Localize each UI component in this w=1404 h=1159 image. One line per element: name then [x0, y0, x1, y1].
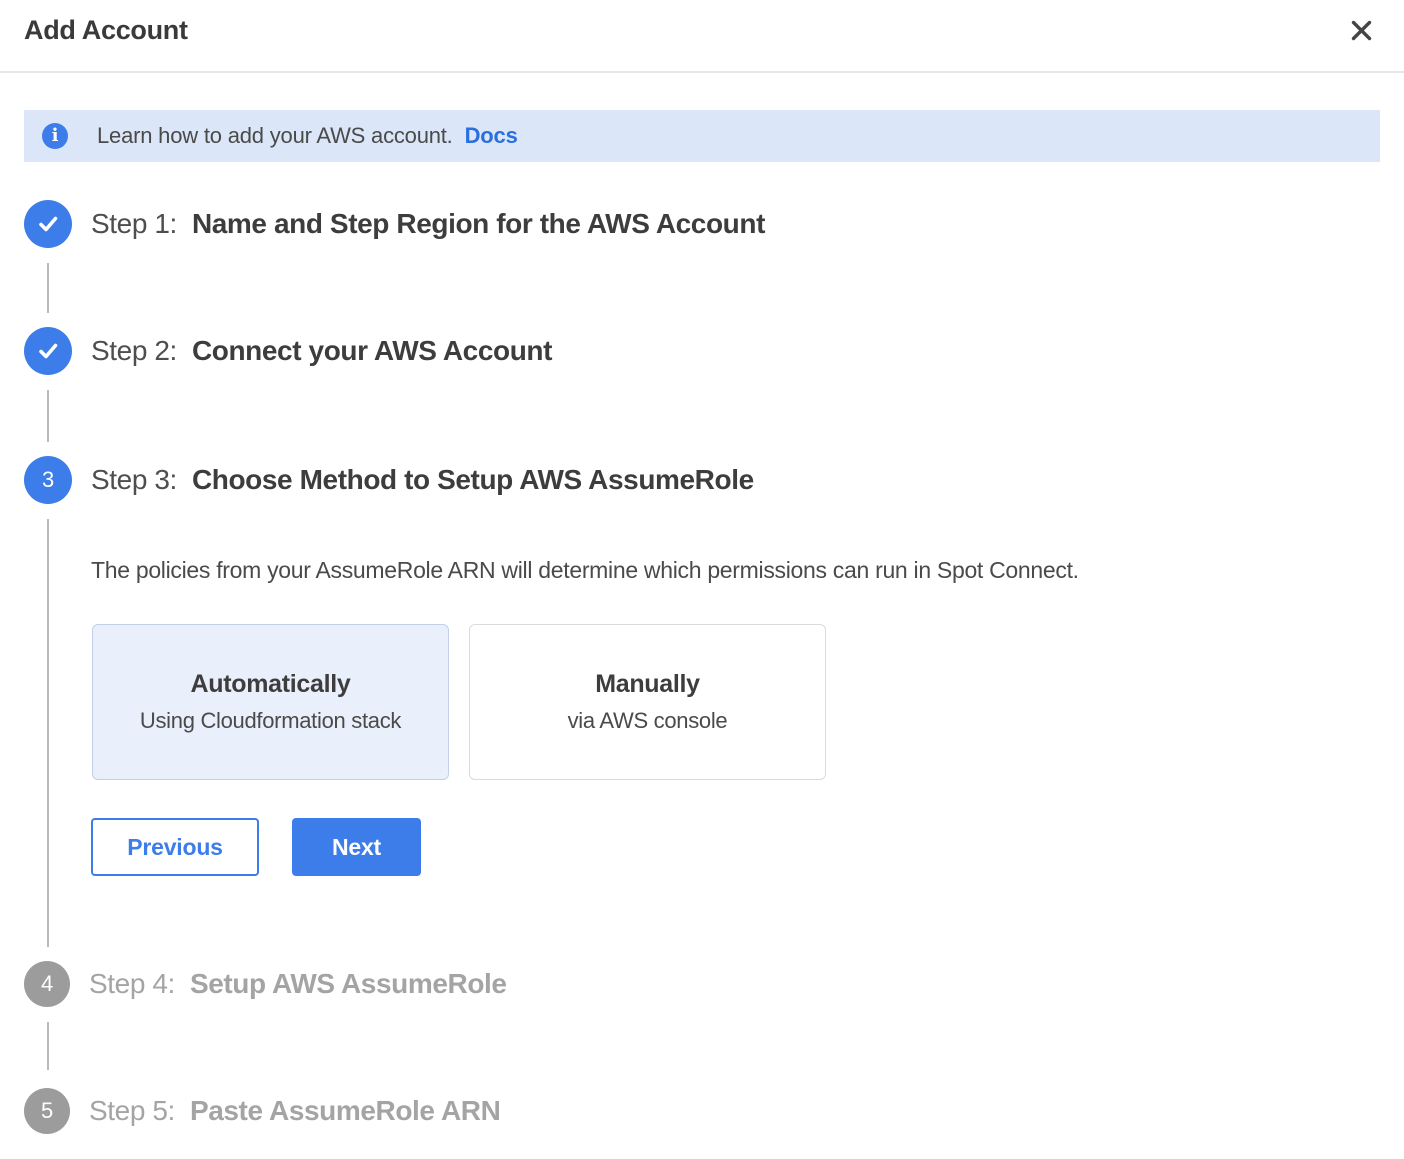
option-card-automatically[interactable]: Automatically Using Cloudformation stack — [92, 624, 449, 780]
step-3-prefix: Step 3: — [91, 464, 177, 496]
step-3-title: Choose Method to Setup AWS AssumeRole — [192, 464, 754, 496]
step-3-description: The policies from your AssumeRole ARN wi… — [91, 557, 1079, 584]
modal-header: Add Account — [0, 0, 1404, 73]
step-connector-4-5 — [47, 1022, 49, 1070]
close-button[interactable] — [1345, 14, 1378, 47]
step-4-title: Setup AWS AssumeRole — [190, 968, 507, 1000]
check-icon — [35, 211, 61, 237]
step-row-2: Step 2: Connect your AWS Account — [24, 327, 552, 375]
step-connector-1-2 — [47, 263, 49, 313]
step-row-1: Step 1: Name and Step Region for the AWS… — [24, 200, 765, 248]
wizard-buttons: Previous Next — [91, 818, 421, 876]
banner-text: Learn how to add your AWS account. — [97, 123, 453, 149]
info-banner: i Learn how to add your AWS account. Doc… — [24, 110, 1380, 162]
option-title: Automatically — [190, 670, 350, 699]
check-icon — [35, 338, 61, 364]
step-1-title: Name and Step Region for the AWS Account — [192, 208, 765, 240]
next-button[interactable]: Next — [292, 818, 421, 876]
step-1-status-circle — [24, 200, 72, 248]
step-2-status-circle — [24, 327, 72, 375]
step-3-status-circle: 3 — [24, 456, 72, 504]
step-2-title: Connect your AWS Account — [192, 335, 552, 367]
step-row-5: 5 Step 5: Paste AssumeRole ARN — [24, 1088, 500, 1134]
step-1-prefix: Step 1: — [91, 208, 177, 240]
step-3-number: 3 — [42, 467, 54, 493]
step-4-status-circle: 4 — [24, 961, 70, 1007]
option-subtitle: via AWS console — [568, 708, 728, 734]
step-connector-2-3 — [47, 390, 49, 442]
option-card-manually[interactable]: Manually via AWS console — [469, 624, 826, 780]
step-5-title: Paste AssumeRole ARN — [190, 1095, 500, 1127]
step-2-prefix: Step 2: — [91, 335, 177, 367]
option-subtitle: Using Cloudformation stack — [140, 708, 401, 734]
step-4-number: 4 — [41, 971, 53, 997]
option-title: Manually — [595, 670, 700, 699]
close-icon — [1349, 18, 1374, 43]
docs-link[interactable]: Docs — [465, 123, 518, 149]
page-title: Add Account — [24, 15, 188, 46]
step-row-3: 3 Step 3: Choose Method to Setup AWS Ass… — [24, 456, 754, 504]
step-5-status-circle: 5 — [24, 1088, 70, 1134]
step-5-number: 5 — [41, 1098, 53, 1124]
step-row-4: 4 Step 4: Setup AWS AssumeRole — [24, 961, 507, 1007]
step-connector-3-4 — [47, 519, 49, 947]
step-4-prefix: Step 4: — [89, 968, 175, 1000]
assume-role-method-options: Automatically Using Cloudformation stack… — [92, 624, 826, 780]
previous-button[interactable]: Previous — [91, 818, 259, 876]
step-5-prefix: Step 5: — [89, 1095, 175, 1127]
info-icon: i — [42, 123, 68, 149]
